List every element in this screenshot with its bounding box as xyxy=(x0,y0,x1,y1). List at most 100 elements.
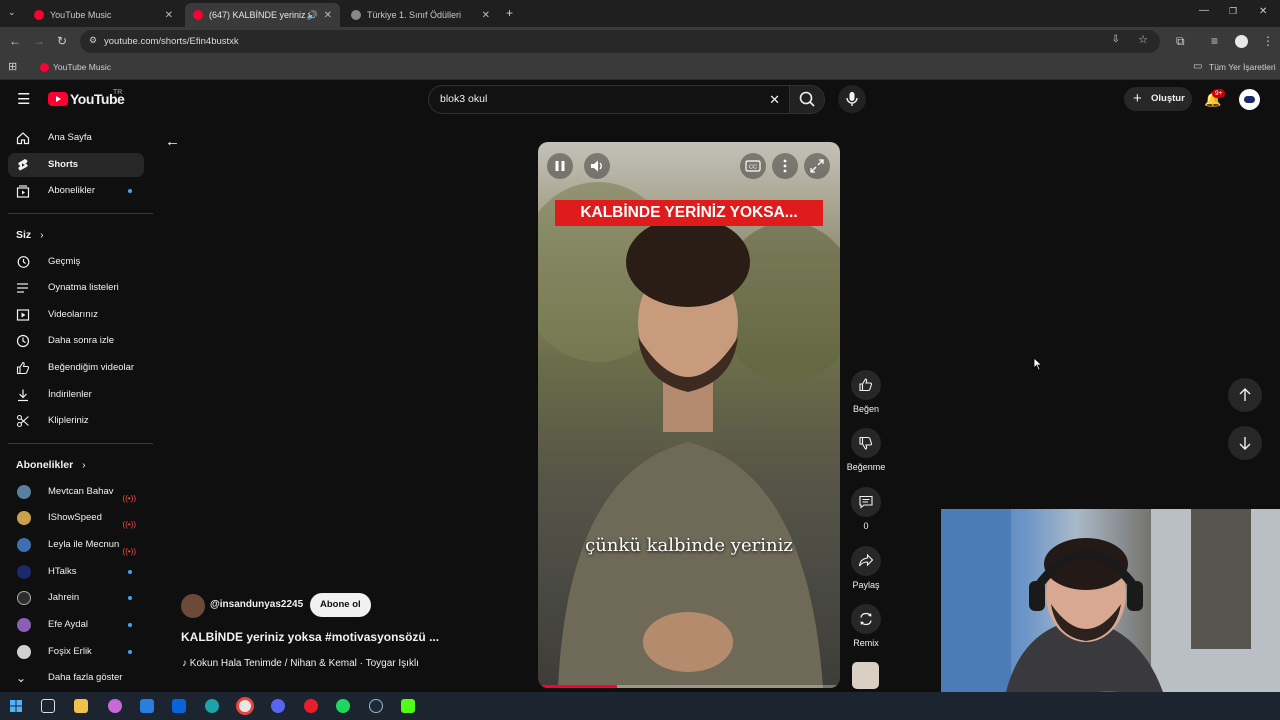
youtube-logo-icon[interactable] xyxy=(48,92,68,106)
sound-thumbnail[interactable] xyxy=(852,662,879,689)
sidebar-item-playlists[interactable]: Oynatma listeleri xyxy=(8,276,144,300)
more-vertical-icon xyxy=(783,159,787,173)
folder-icon: ▭ xyxy=(1193,61,1203,72)
tab-list-icon[interactable]: ⌄ xyxy=(8,8,16,17)
media-control-icon[interactable]: ≡ xyxy=(1211,35,1218,47)
subscription-item[interactable]: Leyla ile Mecnun ((•)) xyxy=(8,533,144,557)
create-button[interactable]: + Oluştur xyxy=(1124,87,1192,111)
subscription-item[interactable]: HTalks xyxy=(8,560,144,584)
short-video-player[interactable]: CC KALBİNDE YERİNİZ YOKSA... çünkü kalbi… xyxy=(538,142,840,688)
close-tab-icon[interactable]: ✕ xyxy=(482,10,490,21)
svg-text:CC: CC xyxy=(749,165,757,171)
fullscreen-button[interactable] xyxy=(804,153,830,179)
site-info-icon[interactable]: ⚙ xyxy=(89,36,97,45)
previous-short-button[interactable] xyxy=(1228,378,1262,412)
close-tab-icon[interactable]: ✕ xyxy=(165,10,173,21)
sidebar-item-label: Shorts xyxy=(48,159,79,170)
spotify-icon[interactable] xyxy=(336,699,350,713)
voice-search-button[interactable] xyxy=(838,85,866,113)
menu-icon[interactable]: ⋮ xyxy=(1262,35,1274,47)
task-view-icon[interactable] xyxy=(41,699,55,713)
subscription-item[interactable]: Foşix Erlik xyxy=(8,640,144,664)
globe-favicon xyxy=(351,10,361,20)
next-short-button[interactable] xyxy=(1228,426,1262,460)
share-button[interactable]: Paylaş xyxy=(846,546,886,590)
chevron-down-icon: ⌄ xyxy=(16,671,27,685)
steam-icon[interactable] xyxy=(369,699,383,713)
tab-current-short[interactable]: (647) KALBİNDE yeriniz yok 🔊 ✕ xyxy=(185,3,340,27)
sidebar-item-watch-later[interactable]: Daha sonra izle xyxy=(8,329,144,353)
hamburger-menu-icon[interactable]: ☰ xyxy=(17,92,30,107)
bookmark-youtube-music[interactable]: YouTube Music xyxy=(53,62,111,72)
reload-icon[interactable]: ↻ xyxy=(57,35,67,47)
channel-handle[interactable]: @insandunyas2245 xyxy=(210,599,303,610)
search-input[interactable]: blok3 okul ✕ xyxy=(428,85,790,114)
new-tab-icon[interactable]: + xyxy=(506,7,513,19)
extensions-icon[interactable]: ⧉ xyxy=(1176,35,1185,47)
minimize-icon[interactable]: — xyxy=(1199,6,1209,16)
copilot-icon[interactable] xyxy=(108,699,122,713)
share-icon xyxy=(851,546,881,576)
subscription-item[interactable]: Jahrein xyxy=(8,586,144,610)
show-more-button[interactable]: ⌄ Daha fazla göster xyxy=(8,666,144,690)
sidebar-item-history[interactable]: Geçmiş xyxy=(8,250,144,274)
sidebar-item-label: Daha sonra izle xyxy=(48,335,115,346)
subscription-item[interactable]: Efe Aydal xyxy=(8,613,144,637)
account-avatar[interactable] xyxy=(1239,89,1260,110)
all-bookmarks[interactable]: Tüm Yer İşaretleri xyxy=(1209,62,1276,72)
sidebar-item-clips[interactable]: Klipleriniz xyxy=(8,409,144,433)
store-icon[interactable] xyxy=(140,699,154,713)
url-field[interactable]: ⚙ youtube.com/shorts/Efin4bustxk ⇩ ☆ xyxy=(80,30,1160,53)
install-icon[interactable]: ⇩ xyxy=(1112,35,1120,45)
back-arrow-icon[interactable]: ← xyxy=(165,133,180,150)
file-explorer-icon[interactable] xyxy=(74,699,88,713)
back-icon[interactable]: ← xyxy=(9,35,21,47)
section-you-header[interactable]: Siz › xyxy=(16,229,44,241)
volume-button[interactable] xyxy=(584,153,610,179)
sidebar-item-liked-videos[interactable]: Beğendiğim videolar xyxy=(8,356,144,380)
subscription-item[interactable]: IShowSpeed ((•)) xyxy=(8,506,144,530)
bookmark-star-icon[interactable]: ☆ xyxy=(1138,35,1148,46)
section-subscriptions-header[interactable]: Abonelikler › xyxy=(16,459,86,471)
sidebar-item-home[interactable]: Ana Sayfa xyxy=(8,126,144,150)
windows-start-icon[interactable] xyxy=(9,699,23,713)
watch-later-icon xyxy=(16,334,30,348)
like-button[interactable]: Beğen xyxy=(846,370,886,414)
more-options-button[interactable] xyxy=(772,153,798,179)
chrome-icon[interactable] xyxy=(236,697,254,715)
edge-icon[interactable] xyxy=(205,699,219,713)
sidebar-item-downloads[interactable]: İndirilenler xyxy=(8,383,144,407)
discord-icon[interactable] xyxy=(271,699,285,713)
remix-icon xyxy=(851,604,881,634)
short-title[interactable]: KALBİNDE yeriniz yoksa #motivasyonsözü .… xyxy=(181,630,439,644)
audio-playing-icon[interactable]: 🔊 xyxy=(307,10,318,21)
progress-track[interactable] xyxy=(538,685,840,688)
forward-icon[interactable]: → xyxy=(33,35,45,47)
comments-button[interactable]: 0 xyxy=(846,487,886,531)
channel-avatar[interactable] xyxy=(181,594,205,618)
remix-button[interactable]: Remix xyxy=(846,604,886,648)
outlook-icon[interactable] xyxy=(172,699,186,713)
music-info[interactable]: ♪ Kokun Hala Tenimde / Nihan & Kemal · T… xyxy=(182,658,419,669)
close-window-icon[interactable]: ✕ xyxy=(1259,7,1267,17)
sidebar-item-shorts[interactable]: Shorts xyxy=(8,153,144,177)
tab-youtube-music[interactable]: YouTube Music ✕ xyxy=(26,3,181,27)
restore-icon[interactable]: ❐ xyxy=(1229,7,1237,16)
subscribe-button[interactable]: Abone ol xyxy=(310,593,371,617)
apps-grid-icon[interactable]: ⊞ xyxy=(8,62,17,73)
tab-awards[interactable]: Türkiye 1. Sınıf Ödülleri ✕ xyxy=(343,3,498,27)
microphone-icon xyxy=(846,92,858,106)
subscription-item[interactable]: Mevtcan Bahav ((•)) xyxy=(8,480,144,504)
kick-icon[interactable] xyxy=(401,699,415,713)
pause-button[interactable] xyxy=(547,153,573,179)
clear-search-icon[interactable]: ✕ xyxy=(769,86,780,113)
sidebar-item-your-videos[interactable]: Videolarınız xyxy=(8,303,144,327)
opera-icon[interactable] xyxy=(304,699,318,713)
create-label: Oluştur xyxy=(1151,93,1185,104)
captions-button[interactable]: CC xyxy=(740,153,766,179)
profile-avatar[interactable] xyxy=(1235,35,1248,48)
close-tab-icon[interactable]: ✕ xyxy=(324,10,332,21)
search-button[interactable] xyxy=(789,85,825,114)
dislike-button[interactable]: Beğenme xyxy=(846,428,886,472)
sidebar-item-subscriptions[interactable]: Abonelikler xyxy=(8,179,144,203)
